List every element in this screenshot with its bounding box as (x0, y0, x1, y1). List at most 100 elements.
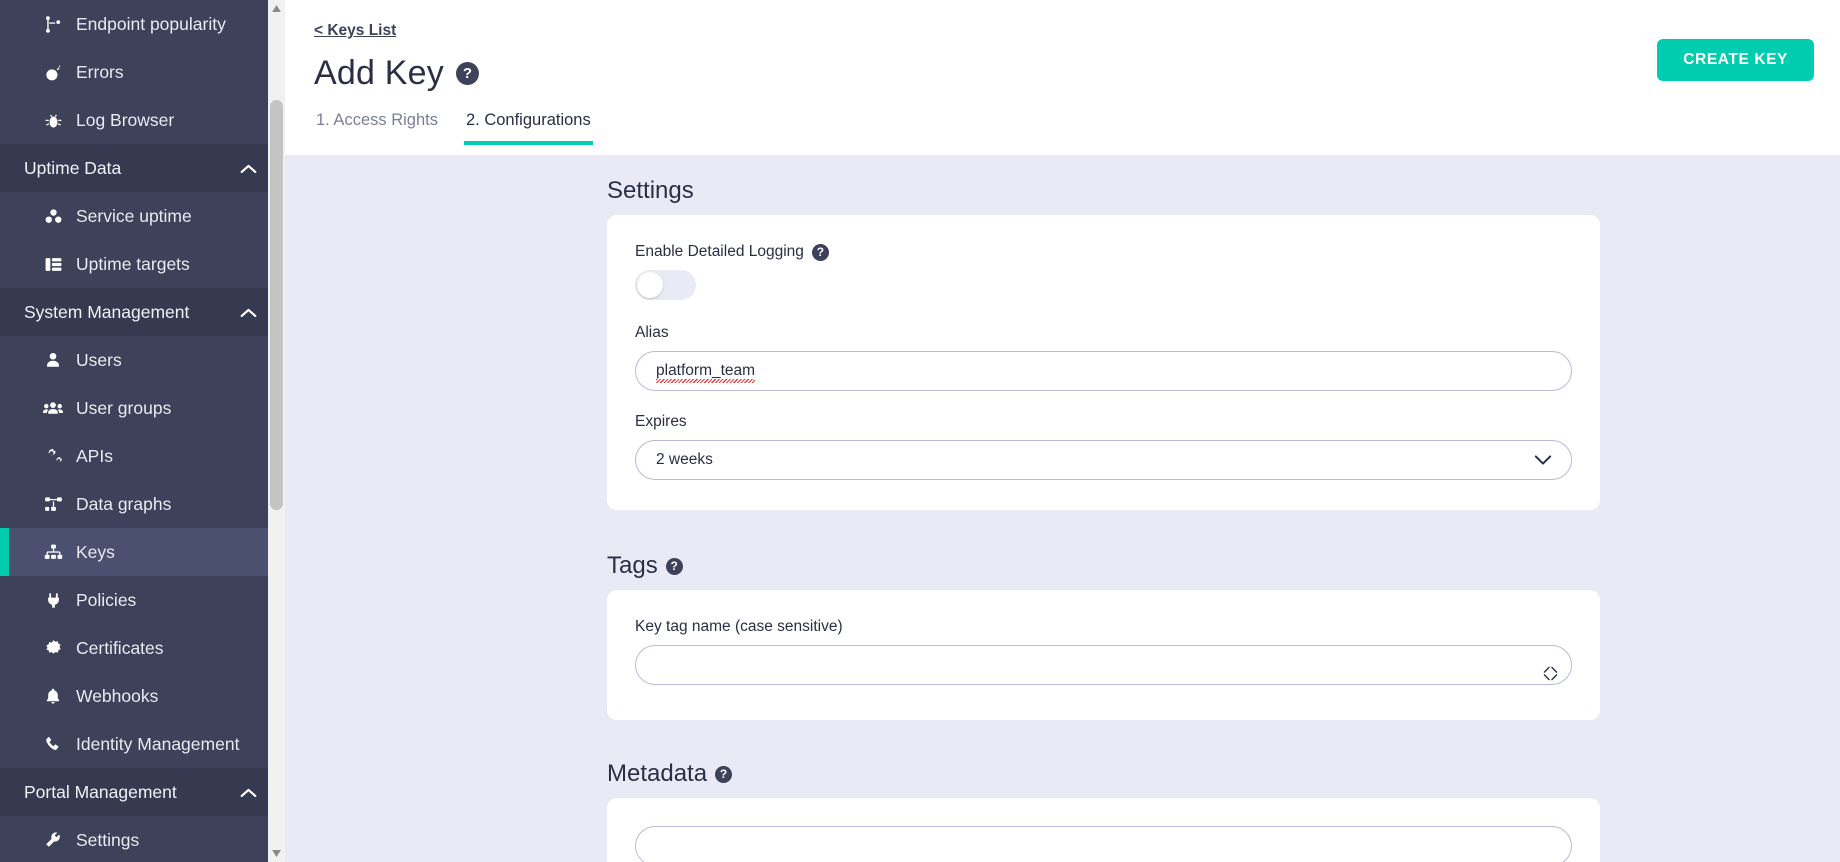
alias-value: platform_team (656, 362, 755, 380)
chevron-up-icon (240, 163, 257, 174)
sidebar-item-label: Identity Management (76, 734, 239, 755)
tab-configurations[interactable]: 2. Configurations (464, 107, 593, 145)
sidebar-item-uptime-targets[interactable]: Uptime targets (0, 240, 285, 288)
help-icon[interactable]: ? (715, 766, 732, 783)
settings-heading-text: Settings (607, 177, 694, 205)
sidebar-item-data-graphs[interactable]: Data graphs (0, 480, 285, 528)
sidebar: Endpoint popularity Errors Log Brows (0, 0, 285, 862)
sidebar-group-label: Portal Management (24, 782, 177, 803)
main-area: < Keys List Add Key ? 1. Access Rights 2… (285, 0, 1840, 862)
detailed-logging-label: Enable Detailed Logging (635, 243, 804, 261)
expires-label: Expires (635, 413, 1572, 431)
tags-heading-text: Tags (607, 552, 658, 580)
tags-heading: Tags ? (607, 552, 1840, 580)
toggle-knob (637, 272, 663, 298)
chevron-up-icon (240, 787, 257, 798)
sidebar-item-label: Endpoint popularity (76, 14, 226, 35)
sidebar-item-identity-management[interactable]: Identity Management (0, 720, 285, 768)
sidebar-item-endpoint-popularity[interactable]: Endpoint popularity (0, 0, 285, 48)
key-tag-name-input[interactable] (635, 645, 1572, 685)
scroll-up-arrow-icon[interactable] (268, 0, 285, 17)
help-icon[interactable]: ? (666, 558, 683, 575)
sidebar-item-label: Service uptime (76, 206, 192, 227)
settings-card: Enable Detailed Logging ? Alias platform… (607, 215, 1600, 510)
metadata-section: Metadata ? (285, 760, 1840, 862)
create-key-button[interactable]: CREATE KEY (1657, 39, 1814, 81)
sidebar-item-apis[interactable]: APIs (0, 432, 285, 480)
sidebar-group-system-management[interactable]: System Management (0, 288, 285, 336)
sitemap-branch-icon (40, 15, 66, 34)
sidebar-item-label: Uptime targets (76, 254, 190, 275)
scroll-down-arrow-icon[interactable] (268, 845, 285, 862)
page-header: < Keys List Add Key ? 1. Access Rights 2… (285, 0, 1840, 155)
bug-icon (40, 111, 66, 130)
users-icon (40, 398, 66, 418)
settings-heading: Settings (607, 177, 1840, 205)
expires-select[interactable] (635, 440, 1572, 480)
table-list-icon (40, 255, 66, 274)
metadata-input[interactable] (635, 826, 1572, 862)
app-root: Endpoint popularity Errors Log Brows (0, 0, 1840, 862)
sidebar-item-users[interactable]: Users (0, 336, 285, 384)
sidebar-item-label: Log Browser (76, 110, 174, 131)
plug-icon (40, 592, 66, 609)
sidebar-scrollbar-thumb[interactable] (270, 100, 283, 510)
sidebar-item-label: Settings (76, 830, 139, 851)
detailed-logging-label-row: Enable Detailed Logging ? (635, 243, 1572, 261)
sidebar-item-service-uptime[interactable]: Service uptime (0, 192, 285, 240)
sitemap-icon (40, 543, 66, 562)
sidebar-item-user-groups[interactable]: User groups (0, 384, 285, 432)
chevron-up-icon (240, 307, 257, 318)
wizard-tabs: 1. Access Rights 2. Configurations (314, 107, 1840, 145)
sidebar-item-label: Users (76, 350, 122, 371)
alias-input[interactable]: platform_team (635, 351, 1572, 391)
spellcheck-underline-icon (656, 379, 755, 383)
sidebar-group-uptime-data[interactable]: Uptime Data (0, 144, 285, 192)
phone-icon (40, 735, 66, 753)
metadata-card (607, 798, 1600, 862)
bomb-icon (40, 63, 66, 82)
sidebar-item-settings[interactable]: Settings (0, 816, 285, 862)
alias-value-text: platform_team (656, 362, 755, 379)
sidebar-item-errors[interactable]: Errors (0, 48, 285, 96)
spacer (285, 720, 1840, 760)
page-title: Add Key (314, 54, 444, 93)
metadata-heading: Metadata ? (607, 760, 1840, 788)
key-tag-name-label: Key tag name (case sensitive) (635, 618, 1572, 636)
detailed-logging-toggle[interactable] (635, 270, 696, 300)
expires-select-wrapper (635, 440, 1572, 480)
content-scroll-area: Settings Enable Detailed Logging ? Alias… (285, 155, 1840, 862)
help-icon[interactable]: ? (456, 62, 479, 85)
settings-section: Settings Enable Detailed Logging ? Alias… (285, 177, 1840, 510)
tab-access-rights[interactable]: 1. Access Rights (314, 107, 440, 145)
sidebar-item-keys[interactable]: Keys (0, 528, 285, 576)
sidebar-item-log-browser[interactable]: Log Browser (0, 96, 285, 144)
sidebar-group-portal-management[interactable]: Portal Management (0, 768, 285, 816)
sidebar-item-label: Errors (76, 62, 124, 83)
metadata-input-wrapper (635, 826, 1572, 862)
help-icon[interactable]: ? (812, 244, 829, 261)
page-title-row: Add Key ? (314, 54, 1840, 93)
spacer (285, 510, 1840, 552)
sidebar-group-label: Uptime Data (24, 158, 121, 179)
metadata-heading-text: Metadata (607, 760, 707, 788)
cogs-icon (40, 446, 66, 466)
key-tag-name-wrapper (635, 645, 1572, 690)
breadcrumb-keys-list[interactable]: < Keys List (314, 22, 396, 40)
sidebar-item-policies[interactable]: Policies (0, 576, 285, 624)
sidebar-item-label: Webhooks (76, 686, 158, 707)
sidebar-item-label: Policies (76, 590, 136, 611)
alias-label: Alias (635, 324, 1572, 342)
tags-section: Tags ? Key tag name (case sensitive) (285, 552, 1840, 720)
sidebar-scrollbar[interactable] (268, 0, 285, 862)
user-icon (40, 351, 66, 369)
cubes-icon (40, 207, 66, 226)
project-diagram-icon (40, 495, 66, 514)
bell-icon (40, 687, 66, 705)
sidebar-item-certificates[interactable]: Certificates (0, 624, 285, 672)
tags-card: Key tag name (case sensitive) (607, 590, 1600, 720)
sidebar-item-label: APIs (76, 446, 113, 467)
sidebar-item-webhooks[interactable]: Webhooks (0, 672, 285, 720)
sidebar-item-label: User groups (76, 398, 171, 419)
sidebar-item-label: Data graphs (76, 494, 171, 515)
